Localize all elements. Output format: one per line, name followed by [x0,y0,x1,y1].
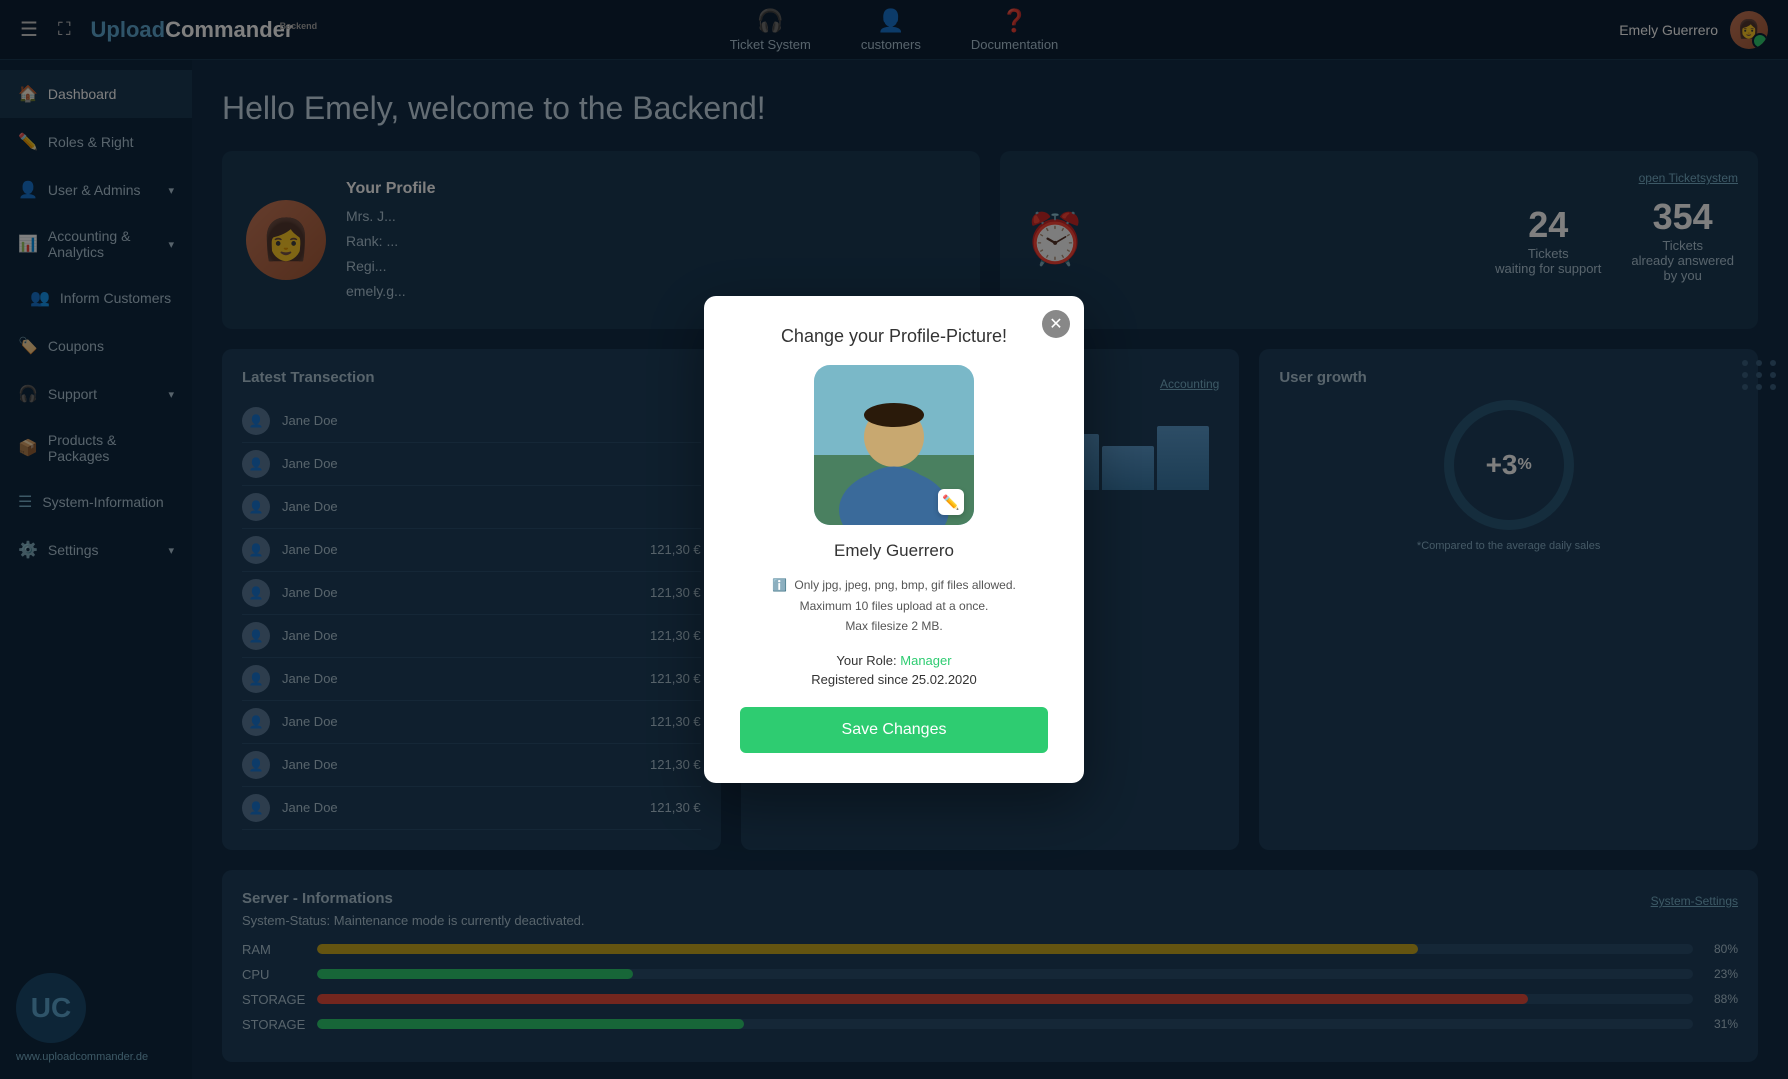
modal-registered: Registered since 25.02.2020 [740,672,1048,687]
change-profile-picture-modal: ✕ Change your Profile-Picture! ✏️ Emely … [704,296,1084,782]
edit-avatar-button[interactable]: ✏️ [938,489,964,515]
modal-user-name: Emely Guerrero [740,541,1048,561]
modal-info-line3: Max filesize 2 MB. [845,619,942,633]
modal-info-line1: Only jpg, jpeg, png, bmp, gif files allo… [794,578,1015,592]
modal-info-line2: Maximum 10 files upload at a once. [800,599,989,613]
modal-title: Change your Profile-Picture! [740,326,1048,347]
modal-role: Your Role: Manager [740,653,1048,668]
role-value: Manager [900,653,951,668]
save-changes-button[interactable]: Save Changes [740,707,1048,753]
role-label: Your Role: [836,653,896,668]
info-icon: ℹ️ [772,578,787,592]
modal-avatar-wrap: ✏️ [814,365,974,525]
modal-close-button[interactable]: ✕ [1042,310,1070,338]
modal-info-text: ℹ️ Only jpg, jpeg, png, bmp, gif files a… [740,575,1048,636]
modal-overlay: ✕ Change your Profile-Picture! ✏️ Emely … [0,0,1788,1079]
